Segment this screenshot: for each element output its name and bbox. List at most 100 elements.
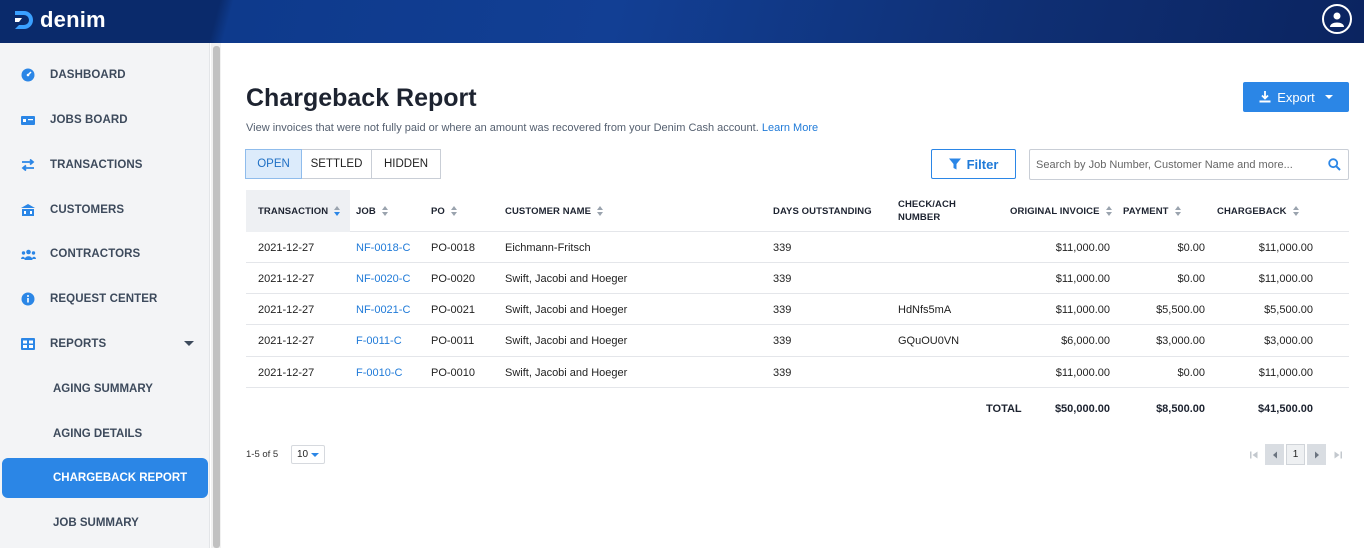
cell-job-link[interactable]: F-0011-C [356, 325, 402, 357]
cell-check: GQuOU0VN [898, 335, 960, 347]
cell-days: 339 [773, 272, 792, 285]
header-label: TRANSACTION [258, 205, 329, 217]
sort-icon [597, 206, 604, 216]
cell-job-link[interactable]: F-0010-C [356, 357, 402, 388]
tab-hidden[interactable]: HIDDEN [371, 149, 441, 179]
sidebar-subitem-aging-summary[interactable]: AGING SUMMARY [0, 369, 208, 409]
user-icon [1330, 12, 1344, 27]
column-header-transaction[interactable]: TRANSACTION [246, 190, 350, 232]
sidebar-item-contractors[interactable]: CONTRACTORS [0, 234, 208, 274]
cell-check: HdNfs5mA [898, 303, 952, 316]
total-invoice: $50,000.00 [1054, 402, 1110, 415]
top-bar: denim [0, 0, 1364, 43]
cell-job-link[interactable]: NF-0020-C [356, 263, 410, 294]
caret-down-icon [311, 453, 319, 457]
cell-customer: Swift, Jacobi and Hoeger [505, 303, 628, 316]
subtitle-text: View invoices that were not fully paid o… [246, 122, 759, 134]
user-avatar[interactable] [1322, 4, 1352, 34]
sort-icon [381, 206, 388, 216]
cell-days: 339 [773, 241, 792, 254]
total-chargeback: $41,500.00 [1257, 402, 1313, 415]
cell-payment: $0.00 [1177, 241, 1205, 254]
tab-settled[interactable]: SETTLED [301, 149, 372, 179]
sidebar-item-label: REQUEST CENTER [50, 293, 158, 305]
cell-chargeback: $11,000.00 [1258, 366, 1313, 379]
sidebar-subitem-chargeback-report[interactable]: CHARGEBACK REPORT [2, 458, 208, 498]
sidebar-item-transactions[interactable]: TRANSACTIONS [0, 145, 208, 185]
first-page-icon[interactable] [1244, 444, 1263, 465]
table-row[interactable]: 2021-12-27 NF-0020-C PO-0020 Swift, Jaco… [246, 263, 1349, 294]
sidebar-item-label: TRANSACTIONS [50, 159, 143, 171]
column-header-chargeback[interactable]: CHARGEBACK [1217, 190, 1299, 232]
column-header-payment[interactable]: PAYMENT [1123, 190, 1181, 232]
next-page-icon[interactable] [1307, 444, 1326, 465]
sidebar-item-label: CONTRACTORS [50, 248, 141, 260]
filter-button[interactable]: Filter [931, 149, 1016, 179]
header-label: JOB [356, 205, 376, 217]
info-icon [20, 291, 36, 307]
cell-payment: $0.00 [1177, 366, 1205, 379]
cell-transaction: 2021-12-27 [258, 366, 315, 379]
sidebar-subitem-job-summary[interactable]: JOB SUMMARY [0, 503, 208, 543]
last-page-icon[interactable] [1328, 444, 1347, 465]
cell-chargeback: $3,000.00 [1264, 335, 1313, 347]
prev-page-icon[interactable] [1265, 444, 1284, 465]
cell-chargeback: $11,000.00 [1258, 241, 1313, 254]
total-payment: $8,500.00 [1156, 402, 1205, 415]
table-total-row: TOTAL $50,000.00 $8,500.00 $41,500.00 [246, 393, 1349, 424]
cell-transaction: 2021-12-27 [258, 241, 315, 254]
rows-per-page-value: 10 [297, 449, 309, 460]
column-header-customer-name[interactable]: CUSTOMER NAME [505, 190, 604, 232]
download-icon [1259, 91, 1271, 103]
column-header-po[interactable]: PO [431, 190, 457, 232]
column-header-job[interactable]: JOB [356, 190, 388, 232]
sidebar-item-customers[interactable]: CUSTOMERS [0, 190, 208, 230]
cell-invoice: $11,000.00 [1055, 272, 1110, 285]
page-number-current[interactable]: 1 [1286, 444, 1305, 465]
sidebar-item-label: DASHBOARD [50, 69, 126, 81]
header-label: CHECK/ACH [898, 199, 956, 210]
search-input[interactable] [1030, 150, 1320, 179]
learn-more-link[interactable]: Learn More [762, 122, 818, 134]
sidebar-subitem-aging-details[interactable]: AGING DETAILS [0, 414, 208, 454]
cell-po: PO-0020 [431, 272, 476, 285]
table-header: TRANSACTION JOB PO CUSTOMER NAME DAYS OU… [246, 190, 1349, 232]
sidebar-item-request-center[interactable]: REQUEST CENTER [0, 279, 208, 319]
contractors-icon [20, 246, 36, 262]
cell-invoice: $11,000.00 [1055, 366, 1110, 379]
cell-job-link[interactable]: NF-0018-C [356, 232, 410, 263]
cell-customer: Swift, Jacobi and Hoeger [505, 272, 628, 285]
brand-logo[interactable]: denim [12, 7, 106, 33]
column-header-days-outstanding: DAYS OUTSTANDING [773, 190, 872, 232]
sidebar-item-dashboard[interactable]: DASHBOARD [0, 55, 208, 95]
column-header-original-invoice[interactable]: ORIGINAL INVOICE [1010, 190, 1112, 232]
sidebar-item-jobs-board[interactable]: JOBS BOARD [0, 100, 208, 140]
chevron-down-icon[interactable] [184, 341, 194, 346]
caret-down-icon [1324, 95, 1333, 99]
rows-per-page-select[interactable]: 10 [291, 445, 325, 464]
sidebar-scrollbar-thumb[interactable] [213, 46, 220, 548]
brand-name: denim [40, 7, 106, 32]
header-label: NUMBER [898, 212, 941, 223]
header-label: PAYMENT [1123, 205, 1169, 217]
header-label: CHARGEBACK [1217, 205, 1287, 217]
cell-customer: Swift, Jacobi and Hoeger [505, 366, 628, 379]
sort-icon [450, 206, 457, 216]
sidebar-item-label: JOBS BOARD [50, 114, 128, 126]
cell-days: 339 [773, 303, 792, 316]
table-row[interactable]: 2021-12-27 NF-0021-C PO-0021 Swift, Jaco… [246, 294, 1349, 325]
export-button[interactable]: Export [1243, 82, 1349, 112]
search-icon[interactable] [1328, 158, 1341, 171]
status-tabs: OPEN SETTLED HIDDEN [245, 149, 441, 179]
cell-transaction: 2021-12-27 [258, 335, 315, 347]
sort-icon [1174, 206, 1181, 216]
table-row[interactable]: 2021-12-27 F-0010-C PO-0010 Swift, Jacob… [246, 357, 1349, 388]
table-row[interactable]: 2021-12-27 NF-0018-C PO-0018 Eichmann-Fr… [246, 232, 1349, 263]
sidebar-item-reports[interactable]: REPORTS [0, 324, 208, 364]
filter-icon [948, 158, 961, 170]
cell-transaction: 2021-12-27 [258, 272, 315, 285]
table-row[interactable]: 2021-12-27 F-0011-C PO-0011 Swift, Jacob… [246, 325, 1349, 357]
pagination-range: 1-5 of 5 [246, 449, 279, 460]
cell-job-link[interactable]: NF-0021-C [356, 294, 410, 325]
tab-open[interactable]: OPEN [245, 149, 302, 179]
